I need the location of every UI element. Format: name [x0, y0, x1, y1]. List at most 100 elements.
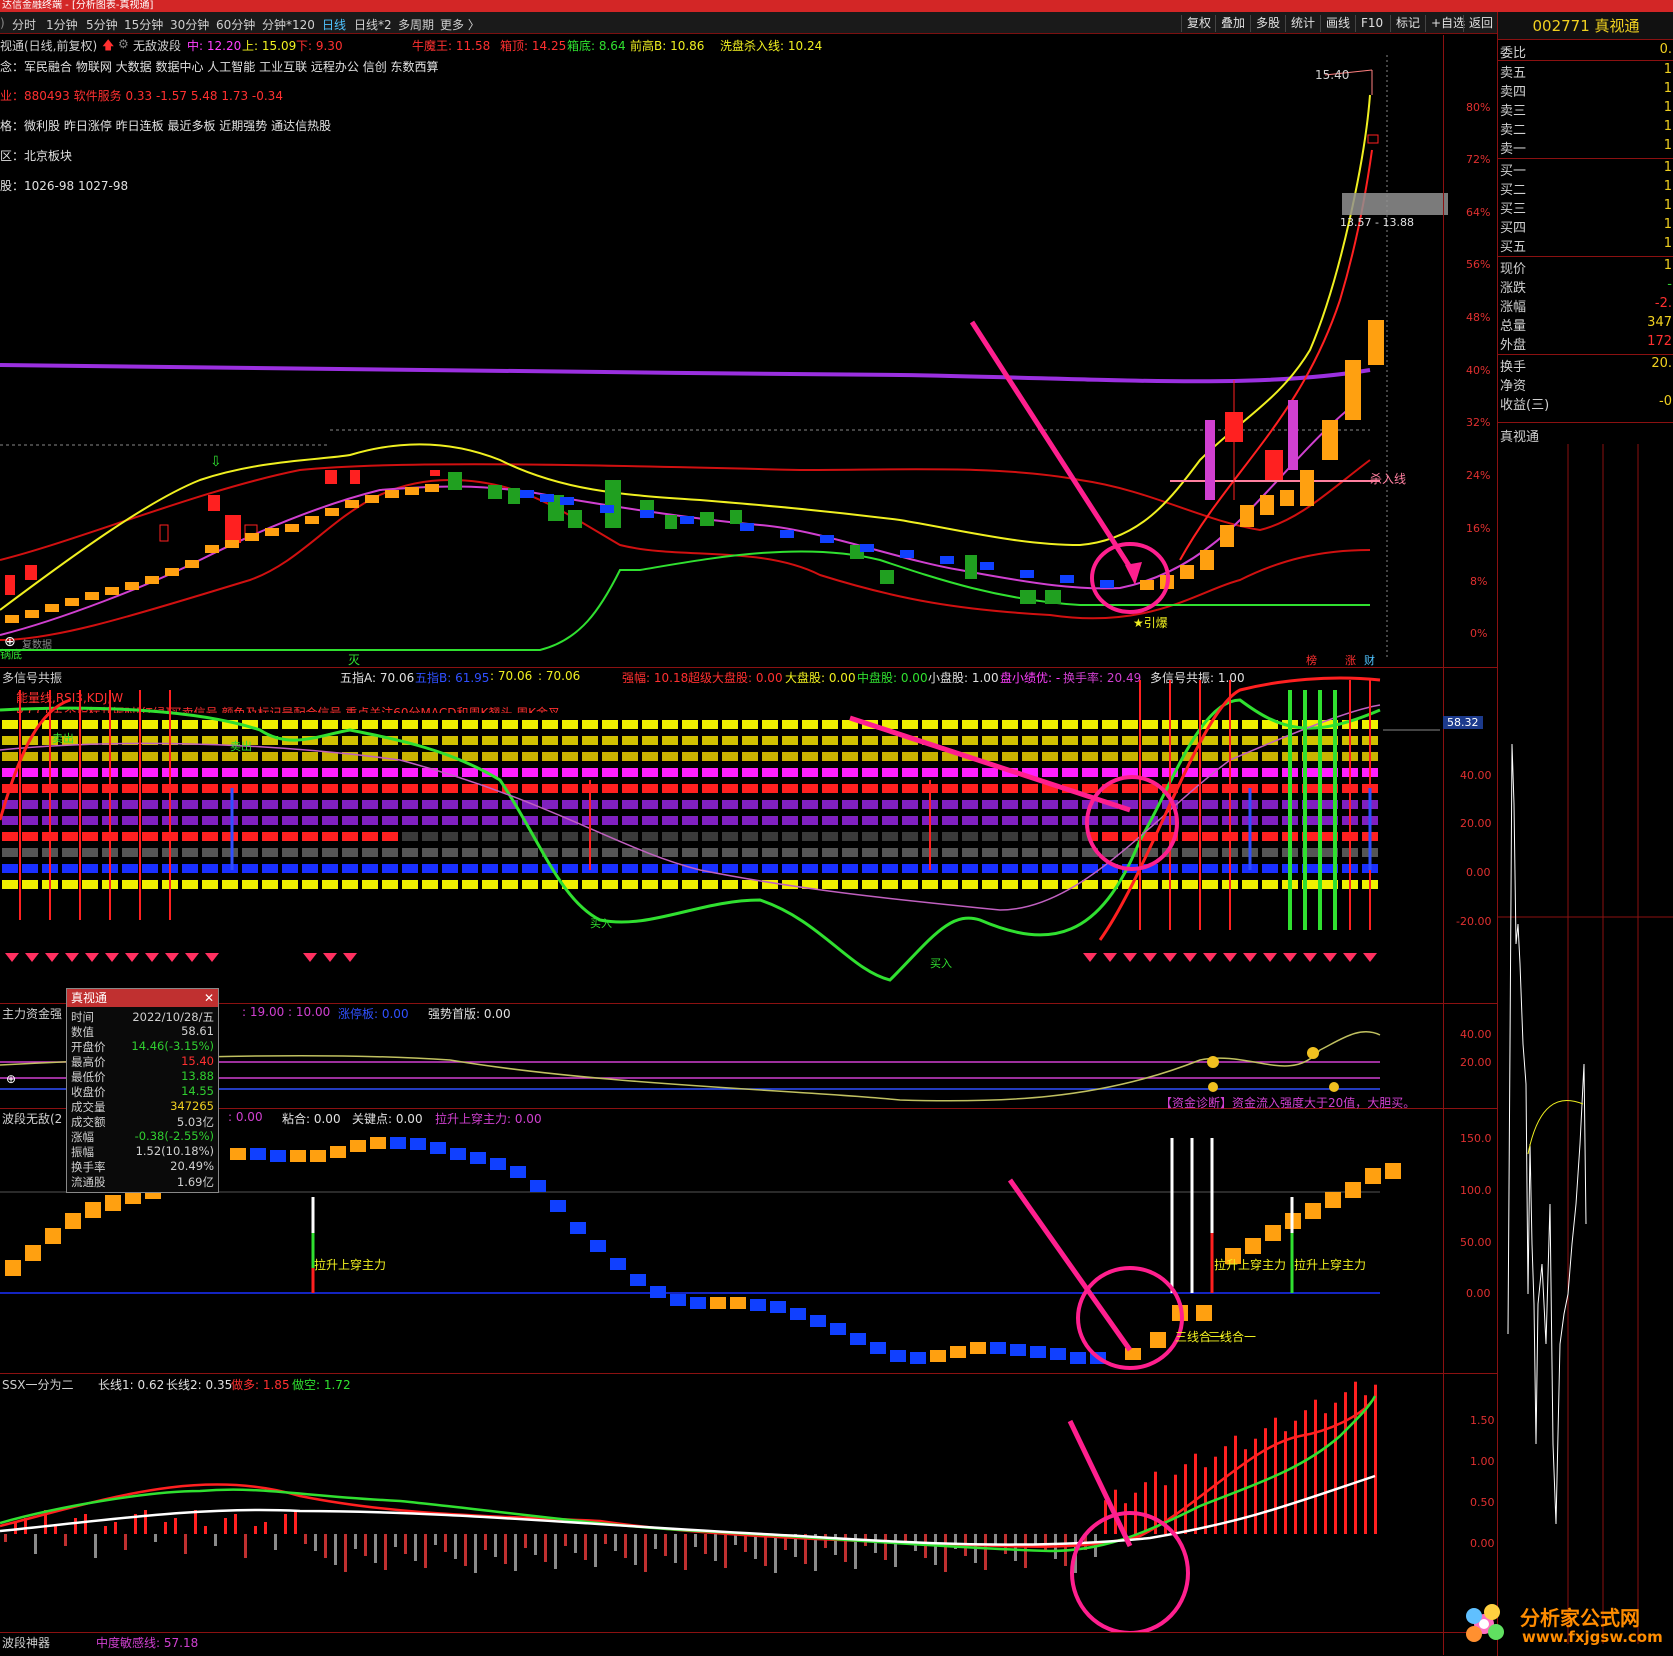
wave-block	[730, 1297, 746, 1309]
ssx-bar	[4, 1534, 7, 1542]
wave-block	[610, 1258, 626, 1270]
tooltip-title: 真视通 ✕	[67, 989, 218, 1007]
ssx-bar	[624, 1534, 627, 1558]
quote-row-value: 1	[1663, 236, 1672, 251]
mark-button[interactable]: 标记	[1390, 15, 1425, 32]
ssx-bar	[204, 1526, 207, 1534]
ssx-bar	[934, 1534, 937, 1565]
tab-period-fenshi[interactable]: 分时	[12, 16, 36, 33]
ssx-bar	[984, 1534, 987, 1570]
ssx-bar	[84, 1514, 87, 1534]
ssx-bar	[1374, 1384, 1377, 1534]
orange-steps	[5, 320, 1384, 623]
wave-block	[570, 1222, 586, 1234]
wave-block	[830, 1323, 846, 1335]
ssx-bar	[1284, 1431, 1287, 1534]
candles	[5, 134, 1379, 604]
wave-block	[890, 1350, 906, 1362]
ssx-bar	[194, 1510, 197, 1534]
tab-period-daily[interactable]: 日线	[322, 16, 346, 33]
tab-period-1min[interactable]: 1分钟	[46, 16, 78, 33]
signal-resonance-chart[interactable]	[0, 670, 1443, 1003]
plus-circle-icon[interactable]: ⊕	[4, 634, 16, 650]
tab-period-daily2[interactable]: 日线*2	[354, 16, 392, 33]
diamond-icon	[65, 953, 79, 962]
ssx-bar	[104, 1526, 107, 1534]
tab-period-30min[interactable]: 30分钟	[170, 16, 209, 33]
quote-row-label: 买五	[1500, 240, 1527, 255]
p2-axis-0: 0.00	[1466, 866, 1491, 879]
panel6-title[interactable]: 波段神器	[2, 1634, 50, 1651]
ssx-bar	[424, 1534, 427, 1568]
svg-text:⇩: ⇩	[210, 454, 222, 470]
wave-block	[310, 1150, 326, 1162]
tab-period-multi[interactable]: 多周期	[398, 16, 434, 33]
quote-separator	[1498, 354, 1673, 355]
quote-row-label: 买三	[1500, 202, 1527, 217]
fund-diagnosis: 【资金诊断】资金流入强度大于20值，大胆买。	[1160, 1096, 1416, 1110]
wave-block	[530, 1180, 546, 1192]
statistics-button[interactable]: 统计	[1285, 15, 1320, 32]
ssx-bar	[294, 1510, 297, 1534]
ssx-bar	[264, 1522, 267, 1534]
quote-row-label: 换手	[1500, 360, 1527, 375]
wave-block	[470, 1152, 486, 1164]
tooltip-row-value: 20.49%	[170, 1159, 214, 1173]
tab-period-120min[interactable]: 分钟*120	[262, 16, 315, 33]
wave-block	[650, 1286, 666, 1298]
ssx-bar	[1224, 1446, 1227, 1534]
gear-icon[interactable]: ⚙	[118, 37, 129, 51]
quote-row: 现价 1	[1498, 258, 1673, 277]
quote-row-label: 现价	[1500, 262, 1527, 277]
ssx-chart[interactable]	[0, 1376, 1443, 1632]
quote-row-value: 1	[1663, 198, 1672, 213]
draw-line-button[interactable]: 画线	[1320, 15, 1355, 32]
quote-row-value: 1	[1663, 258, 1672, 273]
quote-row-label: 净资	[1500, 379, 1527, 394]
quote-row: 委比 0.	[1498, 42, 1673, 61]
diamond-icon	[1163, 953, 1177, 962]
tooltip-row-label: 时间	[71, 1010, 94, 1024]
tab-period-60min[interactable]: 60分钟	[216, 16, 255, 33]
tab-period-5min[interactable]: 5分钟	[86, 16, 118, 33]
restore-rights-button[interactable]: 复权	[1181, 15, 1216, 32]
ssx-bar	[524, 1534, 527, 1548]
tab-period-more[interactable]: 更多 〉	[440, 16, 480, 33]
sell-label-2: 卖出	[230, 740, 252, 753]
ssx-bar	[774, 1534, 777, 1573]
ssx-bar	[374, 1534, 377, 1563]
tooltip-row-value: 347265	[170, 1099, 214, 1113]
ssx-bar	[474, 1534, 477, 1573]
diamond-icon	[1183, 953, 1197, 962]
wave-block	[250, 1148, 266, 1160]
p3-axis-40: 40.00	[1460, 1028, 1492, 1041]
main-kline-chart[interactable]: ⇩	[0, 50, 1497, 662]
close-icon[interactable]: ✕	[204, 989, 214, 1007]
data-tooltip-window[interactable]: 真视通 ✕ 时间 2022/10/28/五 数值 58.61 开盘价 14.46(-3.15…	[66, 988, 219, 1193]
tab-period-15min[interactable]: 15分钟	[124, 16, 163, 33]
multi-stock-button[interactable]: 多股	[1250, 15, 1285, 32]
quote-row-value: 1	[1663, 138, 1672, 153]
diamond-icon	[205, 953, 219, 962]
ssx-bar	[494, 1534, 497, 1557]
wave-block	[1385, 1163, 1401, 1179]
ssx-bar	[414, 1534, 417, 1561]
wave-block	[810, 1315, 826, 1327]
wave-block	[350, 1140, 366, 1152]
stock-code-name[interactable]: 002771 真视通	[1498, 12, 1673, 40]
back-button[interactable]: 返回	[1463, 15, 1498, 32]
diamond-icon	[1363, 953, 1377, 962]
overlay-button[interactable]: 叠加	[1215, 15, 1250, 32]
ssx-bar	[724, 1534, 727, 1568]
ssx-bar	[544, 1534, 547, 1562]
f10-button[interactable]: F10	[1355, 15, 1388, 32]
tooltip-row-label: 数值	[71, 1025, 94, 1039]
ssx-bar	[444, 1534, 447, 1552]
mini-tick-chart[interactable]	[1498, 444, 1673, 1644]
tag-bang: 榜	[1306, 654, 1317, 667]
ssx-bar	[584, 1534, 587, 1560]
ssx-bar	[464, 1534, 467, 1566]
ssx-bar	[164, 1522, 167, 1534]
tooltip-row: 开盘价 14.46(-3.15%)	[67, 1039, 218, 1054]
wave-block	[790, 1308, 806, 1320]
